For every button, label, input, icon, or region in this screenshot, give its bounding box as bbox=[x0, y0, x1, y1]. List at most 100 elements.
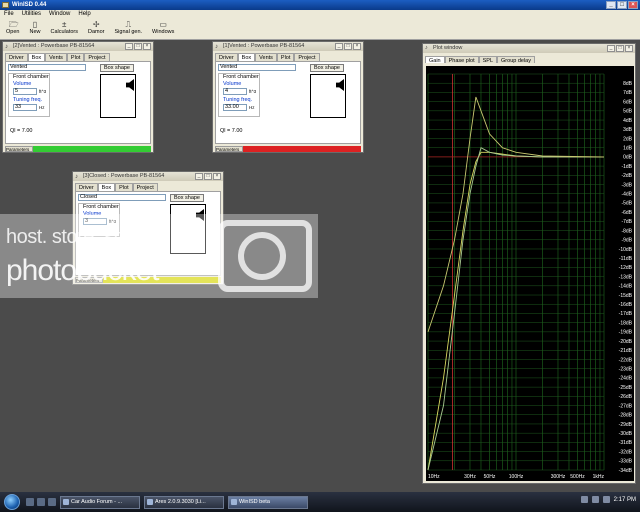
network-icon[interactable] bbox=[580, 496, 588, 503]
new-document-icon: ▯ bbox=[32, 20, 38, 29]
winisd-icon bbox=[231, 498, 237, 505]
menu-utilities[interactable]: Utilities bbox=[22, 10, 41, 19]
tab-project[interactable]: Project bbox=[294, 53, 320, 61]
tab-group-delay[interactable]: Group delay bbox=[497, 56, 535, 64]
app-title-bar: WinISD 0.44 _ □ × bbox=[0, 0, 640, 10]
y-tick-label: -12dB bbox=[619, 265, 633, 271]
tab-vents[interactable]: Vents bbox=[255, 53, 277, 61]
tab-plot[interactable]: Plot bbox=[66, 53, 85, 61]
y-tick-label: -24dB bbox=[619, 376, 633, 382]
tab-project[interactable]: Project bbox=[84, 53, 110, 61]
quicklaunch-switch-icon[interactable] bbox=[37, 498, 45, 506]
tab-plot[interactable]: Plot bbox=[115, 183, 133, 191]
y-tick-label: -30dB bbox=[619, 431, 633, 437]
tuning-unit: Hz bbox=[39, 105, 45, 110]
box-type-select[interactable]: Closed bbox=[78, 194, 166, 201]
quicklaunch-desktop-icon[interactable] bbox=[26, 498, 34, 506]
volume-input[interactable]: 4 bbox=[223, 88, 247, 95]
tab-plot[interactable]: Plot bbox=[276, 53, 295, 61]
close-button[interactable]: × bbox=[625, 45, 633, 52]
tab-project[interactable]: Project bbox=[132, 183, 158, 191]
quicklaunch-browser-icon[interactable] bbox=[48, 498, 56, 506]
signal-gen-button[interactable]: ⎍ Signal gen. bbox=[115, 19, 143, 39]
system-tray: 2:17 PM bbox=[580, 496, 636, 503]
new-button[interactable]: ▯ New bbox=[29, 19, 40, 39]
box-shape-button[interactable]: Box shape bbox=[310, 64, 344, 72]
calculator-icon: ± bbox=[62, 20, 67, 29]
close-button[interactable]: × bbox=[143, 43, 151, 50]
tab-box[interactable]: Box bbox=[97, 183, 116, 191]
task-car-audio-forum[interactable]: Car Audio Forum - ... bbox=[60, 495, 140, 509]
tuning-input[interactable]: 33.00 bbox=[223, 104, 247, 111]
box-type-select[interactable]: Vented bbox=[218, 64, 296, 71]
tab-driver[interactable]: Driver bbox=[75, 183, 98, 191]
box-shape-preview bbox=[310, 74, 346, 118]
box-type-select[interactable]: Vented bbox=[8, 64, 86, 71]
tab-driver[interactable]: Driver bbox=[215, 53, 238, 61]
task-ares[interactable]: Ares 2.0.9.3030 [Li... bbox=[144, 495, 224, 509]
maximize-button[interactable]: □ bbox=[617, 1, 627, 9]
tab-phase-plot[interactable]: Phase plot bbox=[444, 56, 479, 64]
status-label: Parameters bbox=[5, 146, 33, 152]
y-tick-label: -21dB bbox=[619, 348, 633, 354]
y-tick-label: 4dB bbox=[623, 118, 633, 124]
tuning-unit: Hz bbox=[249, 105, 255, 110]
maximize-button[interactable]: □ bbox=[344, 43, 352, 50]
minimize-button[interactable]: _ bbox=[335, 43, 343, 50]
minimize-button[interactable]: _ bbox=[195, 173, 203, 180]
security-icon[interactable] bbox=[602, 496, 610, 503]
box-shape-button[interactable]: Box shape bbox=[170, 194, 204, 202]
app-icon bbox=[2, 2, 9, 8]
vented-1-window[interactable]: ♪ [1]Vented : Powerbase PB-81564 _ □ × Dri… bbox=[212, 41, 364, 153]
vented-2-title: [2]Vented : Powerbase PB-81564 bbox=[13, 43, 95, 49]
plot-window[interactable]: ♪ Plot window _ □ × Gain Phase plot SPL … bbox=[422, 43, 636, 484]
vented-2-window[interactable]: ♪ [2]Vented : Powerbase PB-81564 _ □ × Dri… bbox=[2, 41, 154, 153]
y-tick-label: -19dB bbox=[619, 330, 633, 336]
windows-button[interactable]: ▭ Windows bbox=[152, 19, 174, 39]
tab-gain[interactable]: Gain bbox=[425, 56, 445, 64]
minimize-button[interactable]: _ bbox=[606, 1, 616, 9]
tuning-label: Tuning freq. bbox=[223, 97, 253, 103]
y-tick-label: -13dB bbox=[619, 274, 633, 280]
gain-plot-area[interactable]: 8dB 7dB 6dB 5dB 4dB 3dB 2dB 1dB 0dB -1dB -2dB -3dB -… bbox=[426, 66, 634, 481]
gain-chart: 8dB 7dB 6dB 5dB 4dB 3dB 2dB 1dB 0dB -1dB -2dB -3dB -… bbox=[427, 73, 633, 480]
open-button[interactable]: 🗁 Open bbox=[6, 19, 19, 39]
calculators-label: Calculators bbox=[50, 29, 78, 35]
box-shape-button[interactable]: Box shape bbox=[100, 64, 134, 72]
task-winisd[interactable]: WinISD beta bbox=[228, 495, 308, 509]
maximize-button[interactable]: □ bbox=[134, 43, 142, 50]
close-button[interactable]: × bbox=[353, 43, 361, 50]
vented-2-titlebar[interactable]: ♪ [2]Vented : Powerbase PB-81564 _ □ × bbox=[3, 42, 153, 51]
tab-box[interactable]: Box bbox=[237, 53, 256, 61]
tab-vents[interactable]: Vents bbox=[45, 53, 67, 61]
y-tick-label: -33dB bbox=[619, 459, 633, 465]
start-button[interactable] bbox=[4, 494, 20, 510]
menu-window[interactable]: Window bbox=[49, 10, 70, 19]
damor-label: Damor bbox=[88, 29, 105, 35]
maximize-button[interactable]: □ bbox=[616, 45, 624, 52]
tab-driver[interactable]: Driver bbox=[5, 53, 28, 61]
menu-file[interactable]: File bbox=[4, 10, 14, 19]
tuning-input[interactable]: 33 bbox=[13, 104, 37, 111]
close-button[interactable]: × bbox=[628, 1, 638, 9]
y-tick-label: -8dB bbox=[621, 228, 632, 234]
minimize-button[interactable]: _ bbox=[125, 43, 133, 50]
menu-help[interactable]: Help bbox=[78, 10, 90, 19]
damor-button[interactable]: ✢ Damor bbox=[88, 19, 105, 39]
volume-icon[interactable] bbox=[591, 496, 599, 503]
maximize-button[interactable]: □ bbox=[204, 173, 212, 180]
box-shape-preview bbox=[100, 74, 136, 118]
damor-icon: ✢ bbox=[92, 20, 100, 29]
volume-input[interactable]: 5 bbox=[13, 88, 37, 95]
x-tick-label: 50Hz bbox=[484, 474, 496, 480]
close-button[interactable]: × bbox=[213, 173, 221, 180]
y-tick-label: -15dB bbox=[619, 293, 633, 299]
plot-window-titlebar[interactable]: ♪ Plot window _ □ × bbox=[423, 44, 635, 53]
clock[interactable]: 2:17 PM bbox=[614, 497, 636, 503]
minimize-button[interactable]: _ bbox=[607, 45, 615, 52]
tab-spl[interactable]: SPL bbox=[478, 56, 498, 64]
vented-1-titlebar[interactable]: ♪ [1]Vented : Powerbase PB-81564 _ □ × bbox=[213, 42, 363, 51]
tab-box[interactable]: Box bbox=[27, 53, 46, 61]
closed-3-titlebar[interactable]: ♪ [3]Closed : Powerbase PB-81564 _ □ × bbox=[73, 172, 223, 181]
calculators-button[interactable]: ± Calculators bbox=[50, 19, 78, 39]
